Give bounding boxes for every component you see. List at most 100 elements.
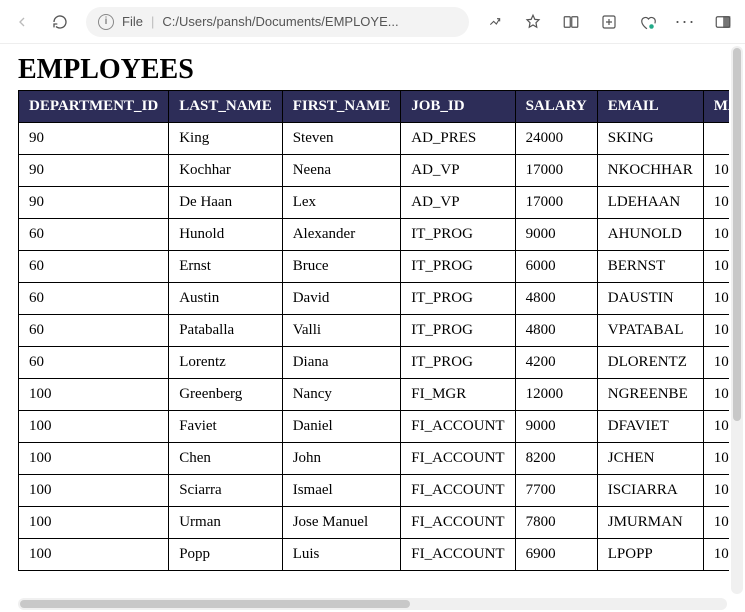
table-cell: 100 (19, 443, 169, 475)
table-cell: Austin (169, 283, 283, 315)
table-cell: 90 (19, 123, 169, 155)
sidebar-toggle-button[interactable] (711, 10, 735, 34)
table-cell: Urman (169, 507, 283, 539)
table-cell: 103 (703, 347, 729, 379)
table-cell: 100 (703, 187, 729, 219)
table-cell: 108 (703, 507, 729, 539)
table-cell: FI_MGR (401, 379, 515, 411)
col-last-name: LAST_NAME (169, 91, 283, 123)
table-cell: 90 (19, 155, 169, 187)
table-row: 100ChenJohnFI_ACCOUNT8200JCHEN108 (19, 443, 730, 475)
table-cell: 103 (703, 315, 729, 347)
table-row: 90KingStevenAD_PRES24000SKING (19, 123, 730, 155)
table-cell: 60 (19, 347, 169, 379)
table-row: 100GreenbergNancyFI_MGR12000NGREENBE101 (19, 379, 730, 411)
table-cell: 90 (19, 187, 169, 219)
col-email: EMAIL (597, 91, 703, 123)
table-cell: 108 (703, 539, 729, 571)
table-cell: DFAVIET (597, 411, 703, 443)
col-job-id: JOB_ID (401, 91, 515, 123)
table-cell: 24000 (515, 123, 597, 155)
vertical-scrollbar[interactable] (731, 46, 743, 594)
table-cell: IT_PROG (401, 347, 515, 379)
table-cell: Sciarra (169, 475, 283, 507)
table-row: 60ErnstBruceIT_PROG6000BERNST103 (19, 251, 730, 283)
col-department-id: DEPARTMENT_ID (19, 91, 169, 123)
table-cell: John (282, 443, 401, 475)
table-cell: IT_PROG (401, 251, 515, 283)
table-cell: 108 (703, 443, 729, 475)
table-cell: Faviet (169, 411, 283, 443)
horizontal-scrollbar[interactable] (18, 598, 727, 610)
table-cell: 4800 (515, 315, 597, 347)
page-heading: EMPLOYEES (18, 54, 711, 86)
table-cell: Bruce (282, 251, 401, 283)
table-cell: David (282, 283, 401, 315)
table-cell: IT_PROG (401, 315, 515, 347)
table-cell: 100 (19, 475, 169, 507)
table-cell: 8200 (515, 443, 597, 475)
table-cell: AD_VP (401, 155, 515, 187)
refresh-button[interactable] (48, 10, 72, 34)
info-icon: i (98, 14, 114, 30)
table-cell: 60 (19, 219, 169, 251)
vertical-scroll-thumb[interactable] (733, 48, 741, 421)
table-cell: VPATABAL (597, 315, 703, 347)
table-header-row: DEPARTMENT_ID LAST_NAME FIRST_NAME JOB_I… (19, 91, 730, 123)
table-cell: 100 (703, 155, 729, 187)
table-row: 60AustinDavidIT_PROG4800DAUSTIN103 (19, 283, 730, 315)
table-cell: FI_ACCOUNT (401, 539, 515, 571)
table-cell: 6900 (515, 539, 597, 571)
table-cell: 60 (19, 315, 169, 347)
horizontal-scroll-thumb[interactable] (20, 600, 410, 608)
table-cell: DLORENTZ (597, 347, 703, 379)
table-row: 60HunoldAlexanderIT_PROG9000AHUNOLD102 (19, 219, 730, 251)
table-cell: IT_PROG (401, 283, 515, 315)
table-cell: 60 (19, 251, 169, 283)
table-cell: Alexander (282, 219, 401, 251)
split-screen-button[interactable] (559, 10, 583, 34)
table-cell: Diana (282, 347, 401, 379)
table-cell: Pataballa (169, 315, 283, 347)
address-bar[interactable]: i File | C:/Users/pansh/Documents/EMPLOY… (86, 7, 469, 37)
table-cell: Hunold (169, 219, 283, 251)
table-cell: FI_ACCOUNT (401, 411, 515, 443)
table-cell: Luis (282, 539, 401, 571)
table-row: 100PoppLuisFI_ACCOUNT6900LPOPP108 (19, 539, 730, 571)
table-cell: LDEHAAN (597, 187, 703, 219)
table-row: 100UrmanJose ManuelFI_ACCOUNT7800JMURMAN… (19, 507, 730, 539)
table-cell: 102 (703, 219, 729, 251)
table-cell: Lorentz (169, 347, 283, 379)
table-row: 60LorentzDianaIT_PROG4200DLORENTZ103 (19, 347, 730, 379)
favorite-button[interactable] (521, 10, 545, 34)
table-row: 100FavietDanielFI_ACCOUNT9000DFAVIET108 (19, 411, 730, 443)
address-path: C:/Users/pansh/Documents/EMPLOYE... (162, 14, 398, 29)
table-cell: 7700 (515, 475, 597, 507)
table-cell: Kochhar (169, 155, 283, 187)
table-cell (703, 123, 729, 155)
page-content: EMPLOYEES DEPARTMENT_ID LAST_NAME FIRST_… (0, 44, 729, 596)
table-cell: 108 (703, 411, 729, 443)
table-cell: ISCIARRA (597, 475, 703, 507)
table-cell: 100 (19, 507, 169, 539)
table-cell: 4800 (515, 283, 597, 315)
table-cell: NKOCHHAR (597, 155, 703, 187)
more-button[interactable]: ··· (673, 10, 697, 34)
table-cell: 100 (19, 539, 169, 571)
table-cell: AD_PRES (401, 123, 515, 155)
table-cell: DAUSTIN (597, 283, 703, 315)
extension-button[interactable] (635, 10, 659, 34)
table-cell: SKING (597, 123, 703, 155)
table-cell: King (169, 123, 283, 155)
read-aloud-button[interactable] (483, 10, 507, 34)
table-cell: JCHEN (597, 443, 703, 475)
employees-table: DEPARTMENT_ID LAST_NAME FIRST_NAME JOB_I… (18, 90, 729, 571)
table-cell: Valli (282, 315, 401, 347)
table-cell: Lex (282, 187, 401, 219)
back-button[interactable] (10, 10, 34, 34)
table-cell: 7800 (515, 507, 597, 539)
collections-button[interactable] (597, 10, 621, 34)
table-cell: 60 (19, 283, 169, 315)
table-cell: IT_PROG (401, 219, 515, 251)
table-cell: FI_ACCOUNT (401, 475, 515, 507)
